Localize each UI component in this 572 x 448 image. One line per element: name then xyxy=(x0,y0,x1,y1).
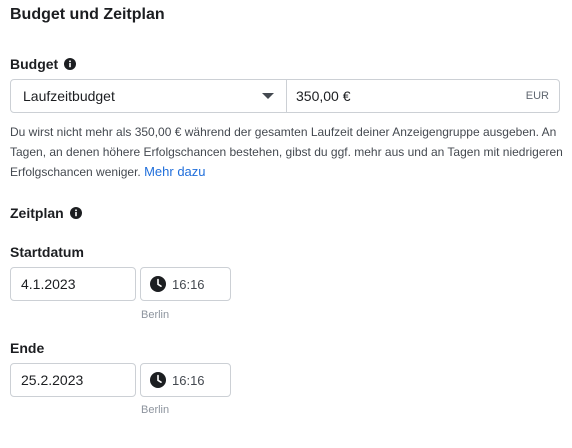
learn-more-link[interactable]: Mehr dazu xyxy=(144,164,205,179)
budget-label-row: Budget xyxy=(10,56,77,72)
end-time-value: 16:16 xyxy=(172,372,205,388)
info-icon[interactable] xyxy=(69,207,82,219)
schedule-label-row: Zeitplan xyxy=(10,205,82,221)
budget-label: Budget xyxy=(10,56,59,72)
budget-description-text: Du wirst nicht mehr als 350,00 € während… xyxy=(10,125,563,179)
start-time-value: 16:16 xyxy=(172,276,205,292)
budget-amount-input[interactable]: 350,00 € EUR xyxy=(287,80,559,112)
start-date-input[interactable]: 4.1.2023 xyxy=(10,267,136,301)
start-time-input[interactable]: 16:16 xyxy=(140,267,231,301)
end-date-input[interactable]: 25.2.2023 xyxy=(10,363,136,397)
caret-down-icon xyxy=(262,93,274,99)
budget-type-dropdown[interactable]: Laufzeitbudget xyxy=(11,80,287,112)
end-timezone: Berlin xyxy=(141,404,170,416)
clock-icon xyxy=(150,276,166,292)
clock-icon xyxy=(150,372,166,388)
end-date-label: Ende xyxy=(10,340,45,356)
schedule-label: Zeitplan xyxy=(10,205,64,221)
end-date-value: 25.2.2023 xyxy=(21,372,84,388)
budget-description: Du wirst nicht mehr als 350,00 € während… xyxy=(10,122,565,182)
section-title: Budget und Zeitplan xyxy=(10,6,165,23)
budget-amount-value: 350,00 € xyxy=(296,88,351,104)
currency-label: EUR xyxy=(525,90,549,102)
budget-input-group: Laufzeitbudget 350,00 € EUR xyxy=(10,79,560,113)
start-timezone: Berlin xyxy=(141,309,170,321)
start-date-label: Startdatum xyxy=(10,244,84,260)
end-time-input[interactable]: 16:16 xyxy=(140,363,231,397)
budget-type-value: Laufzeitbudget xyxy=(23,88,115,104)
start-date-value: 4.1.2023 xyxy=(21,276,76,292)
info-icon[interactable] xyxy=(64,58,77,70)
